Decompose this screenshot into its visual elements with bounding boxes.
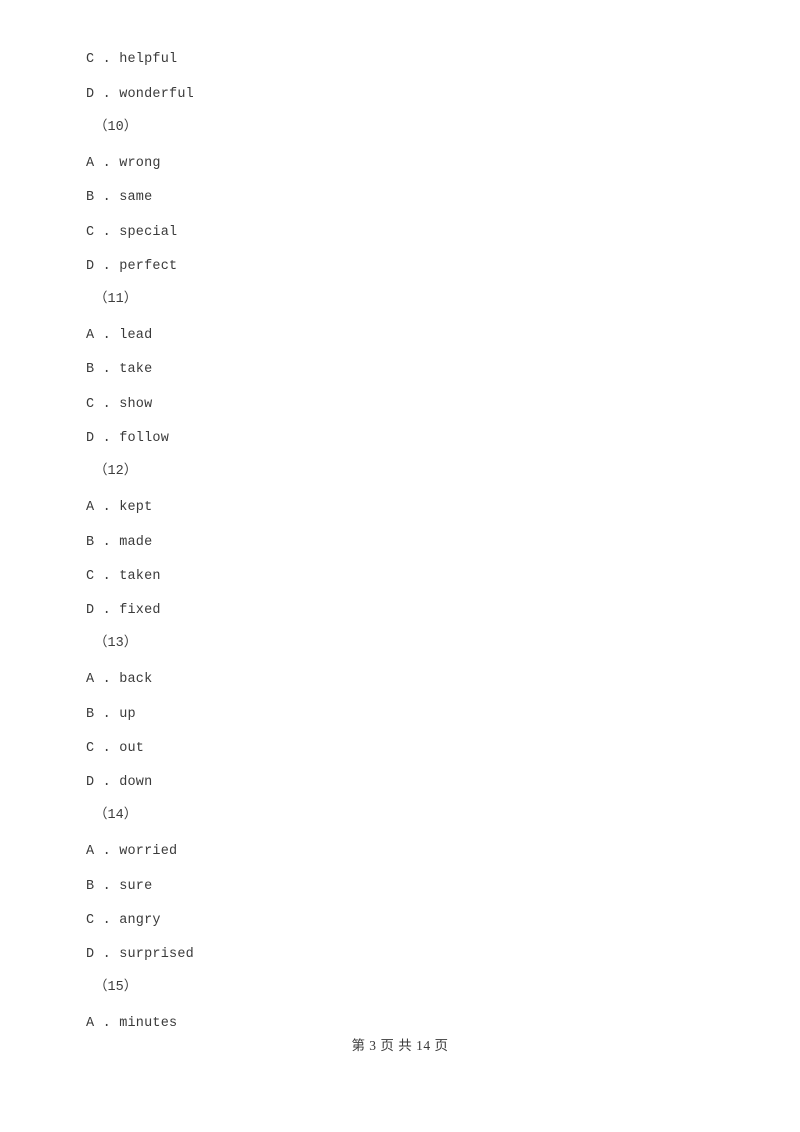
answer-option: C . angry <box>86 913 161 928</box>
question-number: （13） <box>94 636 138 651</box>
answer-option: D . down <box>86 775 153 790</box>
answer-option: A . wrong <box>86 156 161 171</box>
answer-option: C . taken <box>86 569 161 584</box>
answer-option: D . wonderful <box>86 87 194 102</box>
answer-option: C . out <box>86 741 145 756</box>
answer-option: B . sure <box>86 879 153 894</box>
answer-option: B . up <box>86 707 136 722</box>
answer-option: D . perfect <box>86 259 178 274</box>
question-number: （10） <box>94 120 138 135</box>
question-number: （11） <box>94 292 138 307</box>
answer-option: D . follow <box>86 431 170 446</box>
answer-option: C . show <box>86 397 153 412</box>
answer-option: A . kept <box>86 500 153 515</box>
answer-option: D . surprised <box>86 947 194 962</box>
answer-option: A . minutes <box>86 1016 178 1031</box>
answer-option: C . helpful <box>86 52 178 67</box>
answer-option: B . made <box>86 535 153 550</box>
document-page: C . helpful D . wonderful （10） A . wrong B .… <box>0 0 800 1132</box>
answer-option: B . same <box>86 190 153 205</box>
answer-option: A . back <box>86 672 153 687</box>
question-number: （12） <box>94 464 138 479</box>
answer-option: B . take <box>86 362 153 377</box>
answer-option: A . worried <box>86 844 178 859</box>
page-footer: 第 3 页 共 14 页 <box>351 1038 449 1053</box>
question-number: （15） <box>94 980 138 995</box>
answer-option: C . special <box>86 225 178 240</box>
question-number: （14） <box>94 808 138 823</box>
answer-option: D . fixed <box>86 603 161 618</box>
answer-option: A . lead <box>86 328 153 343</box>
